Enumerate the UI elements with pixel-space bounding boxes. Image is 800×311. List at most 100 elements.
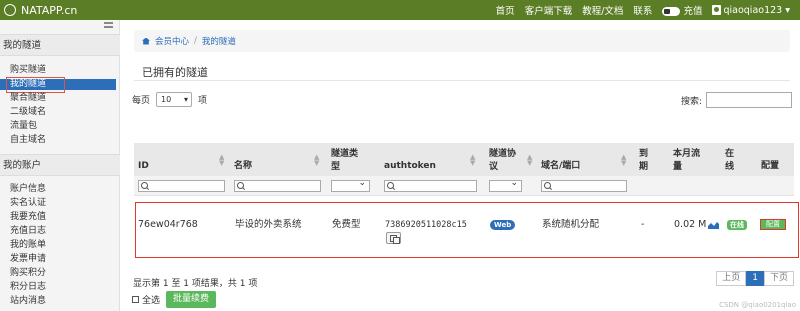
- sidebar-item-points-log[interactable]: 积分日志: [10, 282, 46, 293]
- sidebar-section-tunnels[interactable]: 我的隧道: [0, 34, 120, 56]
- col-header-expire-line1[interactable]: 到: [639, 149, 648, 160]
- page-title: 已拥有的隧道: [142, 66, 208, 79]
- recharge-label: 充值: [683, 6, 703, 17]
- sidebar-item-invoice[interactable]: 发票申请: [10, 254, 46, 265]
- nav-client-download[interactable]: 客户端下载: [525, 3, 573, 17]
- top-nav-menu: 首页 客户端下载 教程/文档 联系 充值 qiaoqiao123 ▾: [496, 0, 790, 20]
- filter-name-input[interactable]: [234, 180, 321, 192]
- table-header: ID ▲ ▼ 名称 ▲ ▼ 隧道类 型 authtoken ▲ ▼ 隧道协 议 ▲ ▼ …: [134, 143, 794, 176]
- tunnel-name: 毕设的外卖系统: [235, 219, 302, 230]
- sidebar-item-verification[interactable]: 实名认证: [10, 198, 46, 209]
- sidebar-item-custom-domain[interactable]: 自主域名: [10, 135, 46, 146]
- col-header-type-line1[interactable]: 隧道类: [331, 149, 358, 160]
- wallet-icon: [662, 7, 681, 16]
- batch-renew-button[interactable]: 批量续费: [166, 291, 217, 308]
- nav-contact[interactable]: 联系: [633, 3, 652, 17]
- sort-arrows-icon[interactable]: ▲ ▼: [527, 154, 532, 167]
- sidebar-item-account-info[interactable]: 账户信息: [10, 184, 46, 195]
- recharge-link[interactable]: 充值: [662, 3, 702, 17]
- per-page-select[interactable]: 10: [156, 92, 193, 107]
- sidebar-item-recharge[interactable]: 我要充值: [10, 212, 46, 223]
- select-all-control: 全选 批量续费: [132, 291, 217, 308]
- search-control: 搜索:: [681, 92, 792, 108]
- copy-authtoken-icon[interactable]: [386, 232, 401, 244]
- search-input[interactable]: [706, 92, 792, 108]
- sidebar-item-subdomain[interactable]: 二级域名: [10, 107, 46, 118]
- watermark: CSDN @qiao0201qiao: [719, 301, 796, 309]
- col-header-id[interactable]: ID: [138, 161, 149, 172]
- traffic-chart-icon[interactable]: [708, 221, 719, 229]
- per-page-prefix: 每页: [132, 96, 151, 106]
- home-icon[interactable]: [142, 37, 150, 45]
- sidebar-item-messages[interactable]: 站内消息: [10, 296, 46, 307]
- sidebar-item-traffic-pack[interactable]: 流量包: [10, 121, 37, 132]
- sidebar-section-account[interactable]: 我的账户: [0, 154, 120, 176]
- sidebar-item-buy-tunnel[interactable]: 购买隧道: [10, 65, 46, 76]
- col-header-online-line1[interactable]: 在: [725, 149, 734, 160]
- col-header-traffic-line1[interactable]: 本月流: [673, 149, 700, 160]
- nav-docs[interactable]: 教程/文档: [582, 3, 623, 17]
- col-header-type-line2[interactable]: 型: [331, 162, 340, 173]
- divider: [134, 80, 790, 81]
- tunnel-id: 76ew04r768: [138, 219, 198, 230]
- filter-protocol-select[interactable]: [489, 178, 522, 192]
- breadcrumb-member-center[interactable]: 会员中心: [155, 35, 189, 47]
- search-label: 搜索:: [680, 96, 702, 107]
- online-status-badge: 在线: [727, 220, 747, 230]
- sort-arrows-icon[interactable]: ▲ ▼: [470, 154, 475, 167]
- sort-arrows-icon[interactable]: ▲ ▼: [621, 154, 626, 167]
- table-row: 76ew04r768 毕设的外卖系统 免费型 7386920511028c15 …: [135, 202, 799, 258]
- username-label: qiaoqiao123 ▾: [723, 4, 790, 16]
- col-header-name[interactable]: 名称: [234, 161, 252, 172]
- select-all-label[interactable]: 全选: [142, 293, 160, 306]
- filter-domain-input[interactable]: [541, 180, 627, 192]
- sort-arrows-icon[interactable]: ▲ ▼: [219, 154, 224, 167]
- sidebar-item-recharge-log[interactable]: 充值日志: [10, 226, 46, 237]
- config-button[interactable]: 配置: [760, 219, 786, 230]
- breadcrumb-my-tunnels[interactable]: 我的隧道: [202, 35, 236, 47]
- user-icon: [712, 5, 722, 15]
- col-header-online-line2[interactable]: 线: [725, 162, 734, 173]
- protocol-badge: Web: [490, 220, 516, 230]
- col-header-expire-line2[interactable]: 期: [639, 162, 648, 173]
- select-all-checkbox[interactable]: [132, 296, 139, 303]
- col-header-traffic-line2[interactable]: 量: [673, 162, 682, 173]
- page-1-button[interactable]: 1: [746, 271, 764, 286]
- nav-home[interactable]: 首页: [496, 3, 515, 17]
- tunnel-type: 免费型: [332, 219, 361, 230]
- sidebar-item-my-tunnels[interactable]: 我的隧道: [0, 77, 116, 93]
- filter-authtoken-input[interactable]: [384, 180, 477, 192]
- tunnel-expire: -: [641, 219, 645, 230]
- user-menu[interactable]: qiaoqiao123 ▾: [712, 5, 790, 16]
- col-header-domain[interactable]: 域名/端口: [541, 161, 580, 172]
- col-header-authtoken[interactable]: authtoken: [384, 161, 436, 172]
- breadcrumb-separator: /: [194, 36, 197, 46]
- sort-arrows-icon[interactable]: ▲ ▼: [314, 154, 319, 167]
- brand-name: NATAPP.cn: [21, 3, 78, 17]
- table-summary: 显示第 1 至 1 项结果，共 1 项: [133, 279, 258, 289]
- brand-logo-link[interactable]: NATAPP.cn: [4, 2, 77, 18]
- col-header-config: 配置: [761, 161, 780, 171]
- table-filter-row: [134, 176, 794, 196]
- next-page-button[interactable]: 下页: [763, 271, 794, 286]
- tunnel-domain: 系统随机分配: [542, 219, 600, 230]
- prev-page-button[interactable]: 上页: [716, 271, 747, 286]
- col-header-protocol-line1[interactable]: 隧道协: [489, 149, 516, 160]
- natapp-logo-icon: [4, 4, 16, 16]
- per-page-control: 每页 10 项: [132, 92, 207, 107]
- sidebar-item-aggregate-tunnel[interactable]: 聚合隧道: [10, 93, 46, 104]
- breadcrumb: 会员中心 / 我的隧道: [134, 30, 790, 52]
- pagination: 上页 1 下页: [716, 271, 794, 286]
- tunnel-authtoken: 7386920511028c15: [385, 220, 467, 230]
- col-header-protocol-line2[interactable]: 议: [489, 162, 498, 173]
- filter-type-select[interactable]: [331, 178, 370, 192]
- sidebar: 我的隧道 购买隧道 我的隧道 聚合隧道 二级域名 流量包 自主域名 我的账户 账…: [0, 20, 120, 311]
- sidebar-item-bills[interactable]: 我的账单: [10, 240, 46, 251]
- tunnel-traffic: 0.02 M: [674, 219, 707, 230]
- per-page-suffix: 项: [198, 96, 208, 106]
- menu-collapse-icon[interactable]: [104, 22, 113, 28]
- sidebar-item-buy-points[interactable]: 购买积分: [10, 268, 46, 279]
- top-navbar: NATAPP.cn 首页 客户端下载 教程/文档 联系 充值 qiaoqiao1…: [0, 0, 800, 20]
- filter-id-input[interactable]: [138, 180, 225, 192]
- main-content: 会员中心 / 我的隧道 已拥有的隧道 每页 10 项 搜索: ID ▲▼ 名称 …: [130, 20, 800, 311]
